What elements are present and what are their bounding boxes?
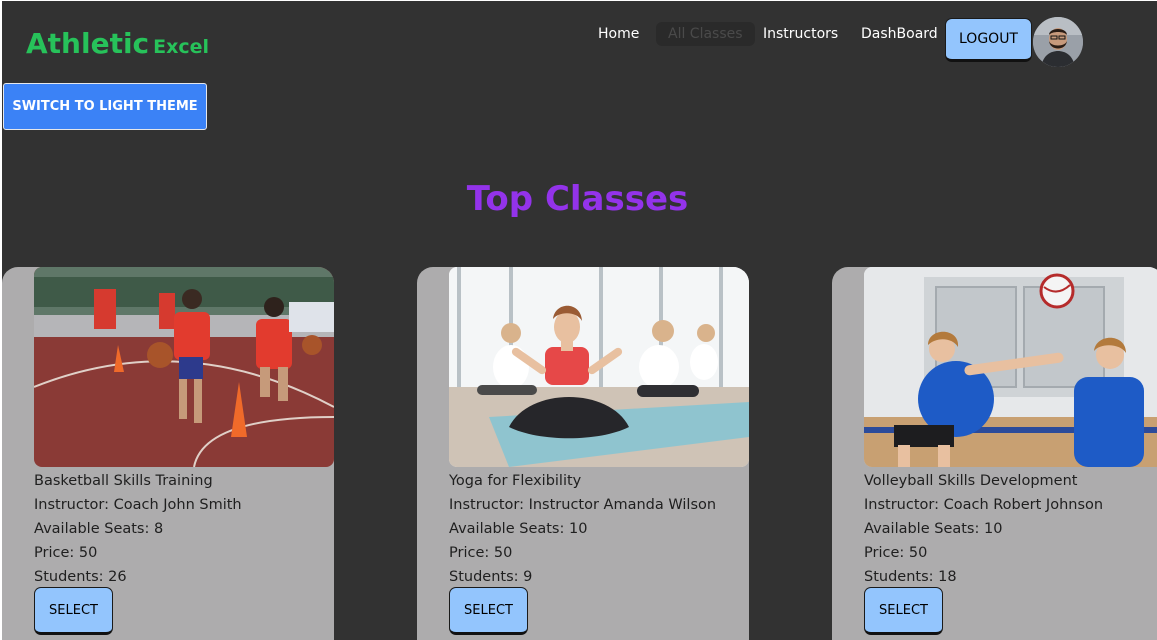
class-card-volleyball: Volleyball Skills Development Instructor… — [832, 267, 1157, 640]
class-info: Basketball Skills Training Instructor: C… — [34, 469, 242, 589]
class-instructor: Instructor: Coach Robert Johnson — [864, 497, 1104, 513]
yoga-photo-icon — [449, 267, 749, 467]
class-students: Students: 18 — [864, 569, 957, 585]
select-button[interactable]: SELECT — [34, 587, 113, 635]
select-button[interactable]: SELECT — [864, 587, 943, 635]
class-students: Students: 9 — [449, 569, 533, 585]
select-button[interactable]: SELECT — [449, 587, 528, 635]
section-title: Top Classes — [466, 179, 689, 219]
class-price: Price: 50 — [864, 545, 928, 561]
basketball-photo-icon — [34, 267, 334, 467]
class-available-seats: Available Seats: 8 — [34, 521, 164, 537]
class-name: Volleyball Skills Development — [864, 473, 1078, 489]
class-price: Price: 50 — [34, 545, 98, 561]
volleyball-photo-icon — [864, 267, 1157, 467]
class-name: Basketball Skills Training — [34, 473, 213, 489]
class-card-yoga: Yoga for Flexibility Instructor: Instruc… — [417, 267, 749, 640]
class-name: Yoga for Flexibility — [449, 473, 582, 489]
class-info: Yoga for Flexibility Instructor: Instruc… — [449, 469, 716, 589]
class-instructor: Instructor: Coach John Smith — [34, 497, 242, 513]
brand-name-sub: Excel — [153, 36, 210, 58]
page: Athletic Excel Home All Classes Instructo… — [2, 1, 1157, 640]
class-available-seats: Available Seats: 10 — [449, 521, 588, 537]
user-avatar-icon[interactable] — [1033, 17, 1083, 67]
theme-toggle-button[interactable]: SWITCH TO LIGHT THEME — [3, 83, 207, 130]
nav-link-instructors[interactable]: Instructors — [763, 26, 838, 42]
class-card-basketball: Basketball Skills Training Instructor: C… — [2, 267, 334, 640]
logout-button[interactable]: LOGOUT — [945, 18, 1032, 62]
class-students: Students: 26 — [34, 569, 127, 585]
class-price: Price: 50 — [449, 545, 513, 561]
nav-link-dashboard[interactable]: DashBoard — [861, 26, 938, 42]
nav-link-all-classes[interactable]: All Classes — [656, 22, 755, 46]
brand-logo[interactable]: Athletic Excel — [26, 27, 209, 60]
class-available-seats: Available Seats: 10 — [864, 521, 1003, 537]
nav-link-home[interactable]: Home — [598, 26, 639, 42]
class-info: Volleyball Skills Development Instructor… — [864, 469, 1103, 589]
class-instructor: Instructor: Instructor Amanda Wilson — [449, 497, 717, 513]
brand-name-main: Athletic — [26, 27, 150, 60]
